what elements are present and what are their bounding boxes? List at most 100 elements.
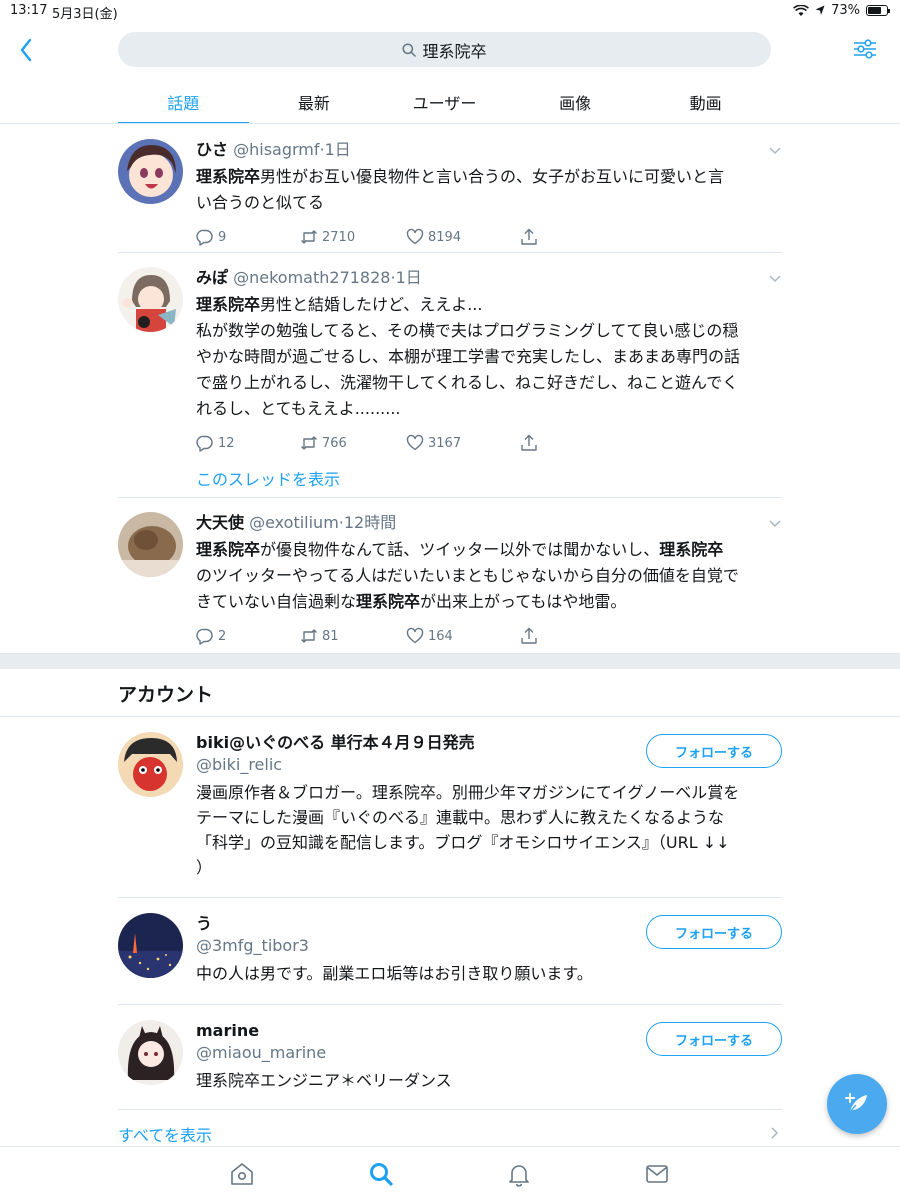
like-icon — [406, 627, 424, 644]
tweet-text-line: で盛り上がれるし、洗濯物干してくれるし、ねこ好きだし、ねこと遊んでく — [196, 370, 782, 396]
tweet[interactable]: ひさ @hisagrmf·1日 理系院卒男性がお互い優良物件と言い合うの、女子が… — [118, 139, 782, 249]
tweet-text-run: い合うのと似てる — [196, 193, 325, 212]
account-divider — [118, 897, 782, 898]
show-all-accounts-link[interactable]: すべてを表示 — [118, 1122, 782, 1146]
tweet-text-run: が出来上がってもはや地雷。 — [420, 592, 627, 611]
account-item[interactable]: biki@いぐのべる 単行本４月９日発売 @biki_relic 漫画原作者＆ブ… — [118, 732, 782, 882]
bio-line: 「科学」の豆知識を配信します。ブログ『オモシロサイエンス』（URL ↓↓ — [196, 833, 730, 852]
show-all-label: すべてを表示 — [118, 1126, 212, 1145]
tweet-author-name[interactable]: 大天使 — [196, 513, 244, 532]
status-date: 5月3日(金) — [52, 7, 118, 22]
tweet-time: 12時間 — [343, 513, 397, 532]
bio-line: 漫画原作者＆ブロガー。理系院卒。別冊少年マガジンにてイグノーベル賞を — [196, 783, 740, 802]
reply-count: 9 — [218, 229, 227, 245]
retweet-count: 2710 — [322, 229, 356, 245]
tab-videos[interactable]: 動画 — [640, 78, 771, 124]
battery-percent: 73% — [831, 3, 860, 18]
tweet[interactable]: 大天使 @exotilium·12時間 理系院卒が優良物件なんて話、ツイッター以… — [118, 512, 782, 647]
like-count: 164 — [428, 628, 453, 644]
tweet-text-line: れるし、とてもええよ......... — [196, 396, 782, 422]
like-button[interactable]: 3167 — [406, 434, 520, 452]
tweet-text-line: のツイッターやってる人はだいたいまともじゃないから自分の価値を自覚で — [196, 563, 782, 589]
reply-button[interactable]: 12 — [196, 434, 300, 452]
tab-top[interactable]: 話題 — [118, 78, 249, 124]
avatar[interactable] — [118, 139, 183, 204]
filter-icon[interactable] — [852, 36, 878, 62]
share-icon — [521, 434, 537, 451]
retweet-icon — [301, 436, 317, 450]
account-item[interactable]: う @3mfg_tibor3 中の人は男です。副業エロ垢等はお引き取り願います。… — [118, 913, 782, 993]
account-bio: 漫画原作者＆ブロガー。理系院卒。別冊少年マガジンにてイグノーベル賞を テーマにし… — [196, 780, 782, 880]
share-button[interactable] — [520, 434, 538, 452]
chevron-down-icon[interactable] — [768, 271, 782, 285]
compose-button[interactable] — [827, 1074, 887, 1134]
retweet-button[interactable]: 81 — [300, 627, 406, 645]
tweet-actions: 2 81 164 — [196, 625, 782, 647]
follow-button[interactable]: フォローする — [646, 915, 782, 949]
tweet-text-run: れるし、とてもええよ......... — [196, 399, 401, 418]
search-keyword: 理系院卒 — [196, 167, 261, 186]
avatar[interactable] — [118, 267, 183, 332]
search-tab-icon[interactable] — [368, 1161, 394, 1187]
share-button[interactable] — [520, 627, 538, 645]
tweet-text-line: 理系院卒が優良物件なんて話、ツイッター以外では聞かないし、理系院卒 — [196, 537, 782, 563]
search-icon — [402, 42, 417, 57]
tweet-header: ひさ @hisagrmf·1日 — [196, 140, 351, 159]
retweet-count: 81 — [322, 628, 339, 644]
tweet-author-handle[interactable]: @nekomath271828 — [233, 268, 390, 287]
tweet-text-run: 男性がお互い優良物件と言い合うの、女子がお互いに可愛いと言 — [260, 167, 725, 186]
search-keyword: 理系院卒 — [196, 540, 261, 559]
avatar[interactable] — [118, 1020, 183, 1085]
share-button[interactable] — [520, 228, 538, 246]
avatar[interactable] — [118, 512, 183, 577]
wifi-icon — [793, 4, 810, 16]
tweet-divider — [118, 252, 782, 253]
bio-line: 理系院卒エンジニア＊ベリーダンス — [196, 1071, 452, 1090]
tweet-text-line: やかな時間が過ごせるし、本棚が理工学書で充実したし、まあまあ専門の話 — [196, 344, 782, 370]
tweet-text-line: い合うのと似てる — [196, 190, 782, 216]
avatar[interactable] — [118, 732, 183, 797]
avatar[interactable] — [118, 913, 183, 978]
follow-button[interactable]: フォローする — [646, 734, 782, 768]
tweet-author-name[interactable]: みぽ — [196, 268, 228, 287]
retweet-button[interactable]: 766 — [300, 434, 406, 452]
tweet-author-name[interactable]: ひさ — [196, 140, 228, 159]
tab-users[interactable]: ユーザー — [379, 78, 510, 124]
chevron-down-icon[interactable] — [768, 143, 782, 157]
notification-icon[interactable] — [506, 1161, 532, 1187]
tweet-text-line: 理系院卒男性がお互い優良物件と言い合うの、女子がお互いに可愛いと言 — [196, 164, 782, 190]
bio-line: 中の人は男です。副業エロ垢等はお引き取り願います。 — [196, 964, 593, 983]
tweet-text-run: が優良物件なんて話、ツイッター以外では聞かないし、 — [260, 540, 660, 559]
tweet[interactable]: みぽ @nekomath271828·1日 理系院卒男性と結婚したけど、ええよ.… — [118, 267, 782, 490]
retweet-button[interactable]: 2710 — [300, 228, 406, 246]
bio-line: テーマにした漫画『いぐのべる』連載中。思わず人に教えたくなるような — [196, 808, 725, 827]
bio-line: ） — [196, 858, 213, 877]
tab-latest[interactable]: 最新 — [249, 78, 380, 124]
reply-button[interactable]: 9 — [196, 228, 300, 246]
message-icon[interactable] — [644, 1161, 670, 1187]
tweet-author-handle[interactable]: @hisagrmf — [233, 140, 319, 159]
show-thread-link[interactable]: このスレッドを表示 — [196, 466, 340, 490]
search-keyword: 理系院卒 — [196, 295, 261, 314]
reply-button[interactable]: 2 — [196, 627, 300, 645]
follow-button[interactable]: フォローする — [646, 1022, 782, 1056]
chevron-down-icon[interactable] — [768, 516, 782, 530]
reply-count: 2 — [218, 628, 227, 644]
tweet-content: 大天使 @exotilium·12時間 理系院卒が優良物件なんて話、ツイッター以… — [196, 512, 782, 647]
section-separator — [0, 653, 900, 669]
section-title-divider — [0, 716, 900, 717]
like-button[interactable]: 8194 — [406, 228, 520, 246]
tab-images[interactable]: 画像 — [510, 78, 641, 124]
chevron-left-icon[interactable] — [14, 34, 38, 66]
tweet-author-handle[interactable]: @exotilium — [249, 513, 339, 532]
tweet-actions: 9 2710 8194 — [196, 226, 782, 248]
share-icon — [521, 228, 537, 245]
account-item[interactable]: marine @miaou_marine 理系院卒エンジニア＊ベリーダンス フォ… — [118, 1020, 782, 1100]
tweet-text: 理系院卒が優良物件なんて話、ツイッター以外では聞かないし、理系院卒 のツイッターや… — [196, 537, 782, 615]
tweet-text: 理系院卒男性がお互い優良物件と言い合うの、女子がお互いに可愛いと言い合うのと似て… — [196, 164, 782, 216]
home-icon[interactable] — [229, 1161, 255, 1187]
search-input[interactable]: 理系院卒 — [118, 32, 771, 67]
tweet-header: 大天使 @exotilium·12時間 — [196, 513, 397, 532]
like-icon — [406, 434, 424, 451]
like-button[interactable]: 164 — [406, 627, 520, 645]
